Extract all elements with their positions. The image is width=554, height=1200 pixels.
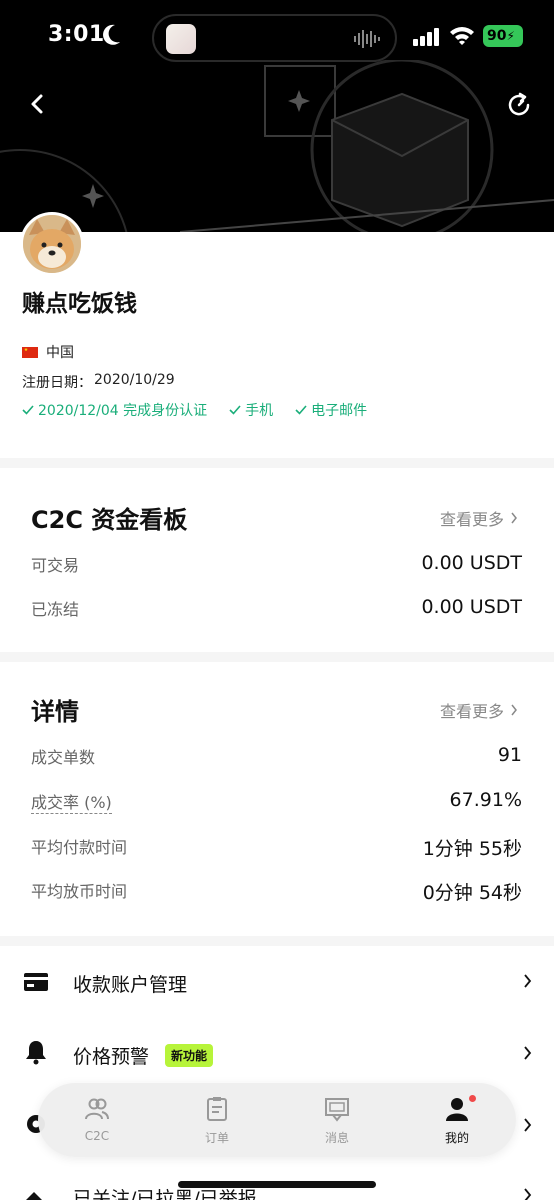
details-card-title: 详情 (31, 698, 79, 726)
message-icon (325, 1098, 349, 1122)
battery-level: 90 (487, 28, 507, 44)
funds-more-link[interactable]: 查看更多 (440, 506, 518, 530)
details-row-value: 67.91% (449, 789, 522, 811)
battery-indicator: 90⚡ (483, 25, 523, 47)
chevron-right-icon (524, 974, 532, 988)
check-icon (295, 405, 307, 415)
funds-card: C2C 资金看板 查看更多 可交易 0.00 USDT 已冻结 0.00 USD… (0, 468, 554, 652)
country-label: 中国 (46, 345, 74, 361)
verification-label: 手机 (245, 403, 274, 419)
more-link-label: 查看更多 (439, 510, 504, 529)
menu-item-label: 收款账户管理 (73, 974, 188, 996)
back-arrow-icon[interactable] (24, 90, 52, 118)
home-indicator (178, 1181, 376, 1188)
register-date-value: 2020/10/29 (94, 372, 175, 388)
nickname: 赚点吃饭钱 (22, 291, 137, 317)
details-row-label: 平均放币时间 (31, 882, 128, 901)
chevron-right-icon (511, 512, 517, 524)
app-thumbnail-icon (166, 24, 196, 54)
verification-identity: 2020/12/04 完成身份认证 (22, 400, 207, 420)
signal-icon (413, 28, 439, 46)
details-row-value: 91 (497, 744, 522, 766)
tab-c2c[interactable]: C2C (52, 1095, 142, 1149)
audio-wave-icon (354, 30, 380, 48)
bell-icon (26, 1041, 46, 1065)
dynamic-island (152, 14, 397, 62)
chevron-right-icon (524, 1046, 532, 1060)
details-more-link[interactable]: 查看更多 (440, 698, 518, 722)
profile-section: 赚点吃饭钱 中国 注册日期： 2020/10/29 2020/12/04 完成身… (0, 212, 554, 458)
register-date-label: 注册日期： (22, 375, 92, 391)
verification-row: 2020/12/04 完成身份认证 手机 电子邮件 (22, 400, 367, 420)
tab-mine[interactable]: 我的 (412, 1095, 502, 1149)
wifi-icon (450, 27, 474, 45)
funds-row-value: 0.00 USDT (421, 552, 522, 574)
tab-label: 订单 (204, 1131, 229, 1145)
moon-icon (103, 24, 120, 45)
avatar[interactable] (20, 212, 84, 276)
check-icon (22, 405, 34, 415)
profile-icon (446, 1098, 468, 1121)
funds-row-label: 可交易 (31, 556, 80, 575)
tab-label: C2C (84, 1129, 110, 1143)
verification-email: 电子邮件 (295, 400, 367, 420)
section-divider (0, 936, 554, 946)
tab-orders[interactable]: 订单 (172, 1095, 262, 1149)
chevron-right-icon (524, 1188, 532, 1200)
wallet-icon (24, 973, 48, 991)
header-decoration (0, 60, 554, 232)
details-row-label: 成交单数 (31, 748, 96, 767)
users-icon (85, 1098, 109, 1120)
order-icon (207, 1097, 227, 1121)
profile-header: 3:01 90⚡ (0, 0, 554, 232)
tab-label: 我的 (444, 1131, 469, 1145)
country-row: 中国 (22, 342, 74, 362)
verification-phone: 手机 (229, 400, 273, 420)
new-feature-badge: 新功能 (165, 1044, 214, 1067)
chevron-right-icon (524, 1118, 532, 1132)
tab-messages[interactable]: 消息 (292, 1095, 382, 1149)
menu-item-label: 价格预警 (73, 1046, 150, 1068)
section-divider (0, 652, 554, 662)
china-flag-icon (22, 346, 38, 358)
check-icon (229, 405, 241, 415)
status-bar: 3:01 90⚡ (0, 0, 554, 76)
details-row-value: 1分钟 55秒 (422, 838, 522, 860)
more-link-label: 查看更多 (439, 702, 504, 721)
register-date-row: 注册日期： 2020/10/29 (22, 372, 175, 392)
chevron-right-icon (511, 704, 517, 716)
menu-item-price-alert[interactable]: 价格预警 新功能 (0, 1018, 554, 1088)
details-row-label: 平均付款时间 (31, 838, 128, 857)
refresh-icon[interactable] (504, 90, 534, 120)
menu-item-payment-accounts[interactable]: 收款账户管理 (0, 946, 554, 1016)
section-divider (0, 458, 554, 468)
funds-row-value: 0.00 USDT (421, 596, 522, 618)
verification-label: 电子邮件 (311, 403, 368, 419)
details-row-value: 0分钟 54秒 (422, 882, 522, 904)
dog-avatar-icon (23, 215, 81, 273)
bottom-tab-bar: C2C 订单 消息 我的 (38, 1083, 516, 1157)
verification-label: 2020/12/04 完成身份认证 (38, 403, 208, 419)
details-card: 详情 查看更多 成交单数 91 成交率 (%) 67.91% 平均付款时间 1分… (0, 662, 554, 936)
tab-label: 消息 (324, 1131, 349, 1145)
follow-icon (26, 1192, 42, 1200)
notification-dot (469, 1095, 476, 1102)
details-row-label-tooltip[interactable]: 成交率 (%) (31, 789, 112, 814)
funds-card-title: C2C 资金看板 (31, 506, 188, 534)
status-time: 3:01 (48, 22, 105, 47)
funds-row-label: 已冻结 (31, 600, 80, 619)
